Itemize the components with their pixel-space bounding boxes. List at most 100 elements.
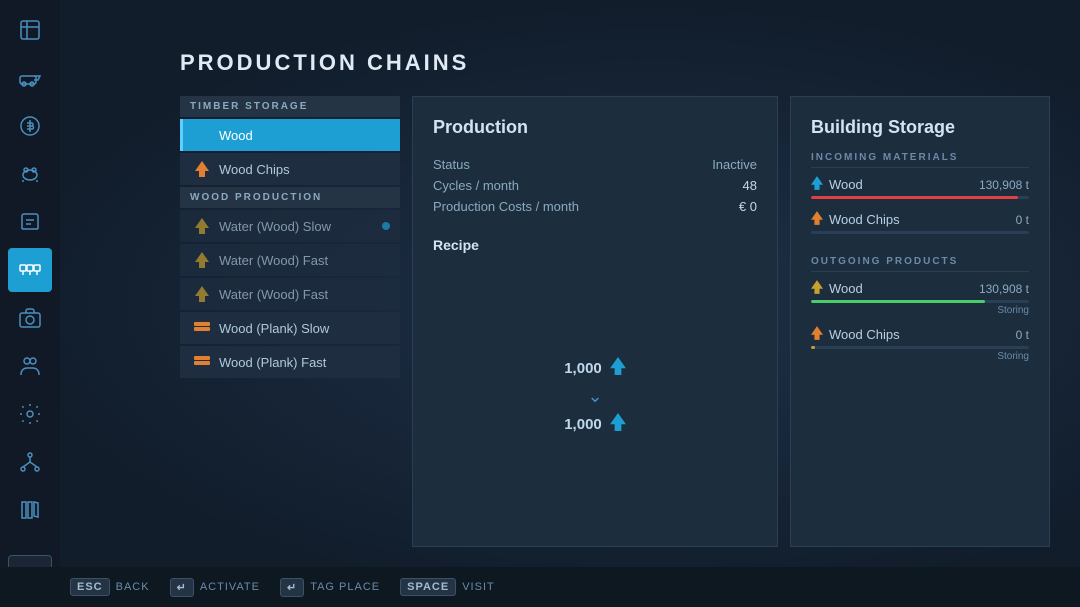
status-table: Status Inactive Cycles / month 48 Produc… xyxy=(433,154,757,217)
outgoing-wood-bar xyxy=(811,300,1029,303)
chips-icon xyxy=(193,160,211,178)
sidebar-item-settings[interactable] xyxy=(8,392,52,436)
section-header-wood-prod: WOOD PRODUCTION xyxy=(180,187,400,208)
chain-item-wood-plank-fast[interactable]: Wood (Plank) Fast xyxy=(180,346,400,378)
outgoing-header: OUTGOING PRODUCTS xyxy=(811,256,1029,272)
chain-item-water-wood-slow-label: Water (Wood) Slow xyxy=(219,219,331,234)
water-wood-slow-icon xyxy=(193,217,211,235)
costs-label: Production Costs / month xyxy=(433,199,579,214)
chain-item-wood-chips[interactable]: Wood Chips xyxy=(180,153,400,185)
status-value: Inactive xyxy=(712,157,757,172)
recipe-area: 1,000 ⌄ 1,000 xyxy=(433,267,757,526)
outgoing-wood-sublabel: Storing xyxy=(811,305,1029,316)
chain-item-wood-label: Wood xyxy=(219,128,253,143)
outgoing-wood-label: Wood xyxy=(829,281,863,296)
incoming-chips-icon xyxy=(811,211,823,228)
tag-key: ↵ xyxy=(280,578,304,597)
chain-item-wood-plank-slow[interactable]: Wood (Plank) Slow xyxy=(180,312,400,344)
incoming-wood-label: Wood xyxy=(829,177,863,192)
cycles-row: Cycles / month 48 xyxy=(433,175,757,196)
recipe-arrow: ⌄ xyxy=(587,386,602,407)
recipe-output: 1,000 xyxy=(564,413,626,436)
recipe-input-value: 1,000 xyxy=(564,360,602,377)
incoming-wood-icon xyxy=(811,176,823,193)
outgoing-wood-bar-fill xyxy=(811,300,985,303)
sidebar-item-camera[interactable] xyxy=(8,296,52,340)
incoming-wood-value: 130,908 t xyxy=(979,178,1029,192)
chain-list: TIMBER STORAGE Wood Wood Chips WOOD PROD… xyxy=(180,96,400,547)
outgoing-wood-chips: Wood Chips 0 t Storing xyxy=(811,326,1029,362)
sidebar-item-org[interactable] xyxy=(8,440,52,484)
outgoing-chips-bar xyxy=(811,346,1029,349)
chain-item-water-wood-slow[interactable]: Water (Wood) Slow xyxy=(180,210,400,242)
recipe-input: 1,000 xyxy=(564,357,626,380)
sidebar-item-map[interactable] xyxy=(8,8,52,52)
outgoing-chips-value: 0 t xyxy=(1016,328,1029,342)
incoming-wood: Wood 130,908 t xyxy=(811,176,1029,201)
active-dot xyxy=(382,222,390,230)
incoming-chips-label: Wood Chips xyxy=(829,212,900,227)
outgoing-chips-bar-fill xyxy=(811,346,815,349)
sidebar-item-animals[interactable] xyxy=(8,152,52,196)
plank-slow-icon xyxy=(193,319,211,337)
chain-item-water-wood-fast-2[interactable]: Water (Wood) Fast xyxy=(180,278,400,310)
chain-item-water-wood-fast-1[interactable]: Water (Wood) Fast xyxy=(180,244,400,276)
activate-key: ↵ xyxy=(170,578,194,597)
tag-binding: ↵ TAG PLACE xyxy=(280,578,380,597)
incoming-wood-name: Wood xyxy=(811,176,863,193)
tree-blue-icon xyxy=(193,126,211,144)
outgoing-chips-name: Wood Chips xyxy=(811,326,900,343)
water-wood-fast1-icon xyxy=(193,251,211,269)
chain-item-wood[interactable]: Wood xyxy=(180,119,400,151)
activate-label: ACTIVATE xyxy=(200,581,260,593)
cycles-label: Cycles / month xyxy=(433,178,519,193)
outgoing-wood-row: Wood 130,908 t xyxy=(811,280,1029,297)
incoming-chips-name: Wood Chips xyxy=(811,211,900,228)
back-label: BACK xyxy=(116,581,150,593)
incoming-chips-value: 0 t xyxy=(1016,213,1029,227)
esc-binding: ESC BACK xyxy=(70,578,150,596)
sidebar-item-library[interactable] xyxy=(8,488,52,532)
chain-item-water-wood-fast1-label: Water (Wood) Fast xyxy=(219,253,328,268)
recipe-output-icon xyxy=(610,413,626,436)
incoming-wood-chips: Wood Chips 0 t xyxy=(811,211,1029,236)
chain-item-wood-chips-label: Wood Chips xyxy=(219,162,290,177)
sidebar-item-workers[interactable] xyxy=(8,344,52,388)
recipe-output-value: 1,000 xyxy=(564,416,602,433)
incoming-wood-bar xyxy=(811,196,1029,199)
sidebar-item-production[interactable] xyxy=(8,248,52,292)
status-label: Status xyxy=(433,157,470,172)
page-title: PRODUCTION CHAINS xyxy=(180,50,1050,76)
sidebar-item-vehicles[interactable] xyxy=(8,56,52,100)
outgoing-wood: Wood 130,908 t Storing xyxy=(811,280,1029,316)
costs-row: Production Costs / month € 0 xyxy=(433,196,757,217)
activate-binding: ↵ ACTIVATE xyxy=(170,578,260,597)
recipe-input-icon xyxy=(610,357,626,380)
space-key: SPACE xyxy=(400,578,456,596)
outgoing-wood-icon xyxy=(811,280,823,297)
sidebar-item-finance[interactable] xyxy=(8,104,52,148)
storage-panel: Building Storage INCOMING MATERIALS Wood… xyxy=(790,96,1050,547)
outgoing-chips-label: Wood Chips xyxy=(829,327,900,342)
outgoing-chips-icon xyxy=(811,326,823,343)
visit-binding: SPACE VISIT xyxy=(400,578,495,596)
incoming-chips-row: Wood Chips 0 t xyxy=(811,211,1029,228)
recipe-title: Recipe xyxy=(433,237,757,253)
chain-item-wood-plank-slow-label: Wood (Plank) Slow xyxy=(219,321,329,336)
production-panel: Production Status Inactive Cycles / mont… xyxy=(412,96,778,547)
chain-item-water-wood-fast2-label: Water (Wood) Fast xyxy=(219,287,328,302)
section-header-timber: TIMBER STORAGE xyxy=(180,96,400,117)
bottom-bar: ESC BACK ↵ ACTIVATE ↵ TAG PLACE SPACE VI… xyxy=(0,567,1080,607)
cycles-value: 48 xyxy=(743,178,757,193)
sidebar: E xyxy=(0,0,60,607)
tag-label: TAG PLACE xyxy=(310,581,380,593)
plank-fast-icon xyxy=(193,353,211,371)
status-row: Status Inactive xyxy=(433,154,757,175)
sidebar-item-guides[interactable] xyxy=(8,200,52,244)
main-content: PRODUCTION CHAINS TIMBER STORAGE Wood xyxy=(60,0,1080,567)
water-wood-fast2-icon xyxy=(193,285,211,303)
incoming-header: INCOMING MATERIALS xyxy=(811,152,1029,168)
storage-title: Building Storage xyxy=(811,117,1029,138)
outgoing-wood-value: 130,908 t xyxy=(979,282,1029,296)
costs-value: € 0 xyxy=(739,199,757,214)
